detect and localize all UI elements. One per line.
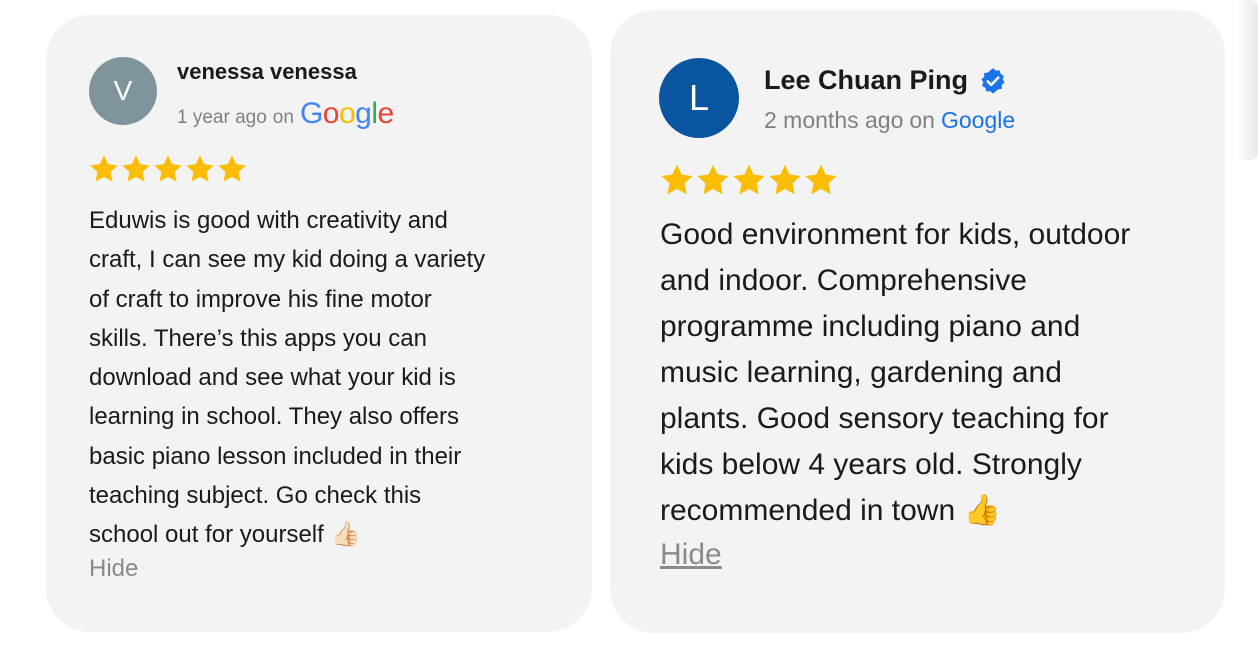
- star-rating: [88, 153, 248, 185]
- hide-link[interactable]: Hide: [89, 555, 138, 583]
- star-icon: [731, 162, 767, 198]
- avatar-letter: V: [113, 75, 133, 106]
- reviewer-name[interactable]: Lee Chuan Ping: [764, 65, 1007, 96]
- star-icon: [184, 153, 216, 185]
- star-icon: [659, 162, 695, 198]
- verified-badge-icon: [979, 67, 1007, 95]
- reviewer-name-text: Lee Chuan Ping: [764, 65, 969, 95]
- star-icon: [767, 162, 803, 198]
- review-text: Eduwis is good with creativity and craft…: [89, 207, 486, 549]
- meta-on: on: [909, 107, 935, 133]
- star-icon: [216, 153, 248, 185]
- review-time: 2 months ago: [764, 107, 904, 133]
- star-icon: [88, 153, 120, 185]
- review-text: Good environment for kids, outdoor and i…: [660, 218, 1131, 527]
- review-card: L Lee Chuan Ping 2 months ago on Google …: [610, 10, 1225, 633]
- review-card: V venessa venessa 1 year ago on Google E…: [46, 15, 592, 632]
- review-meta: 2 months ago on Google: [764, 107, 1015, 134]
- google-source-link[interactable]: Google: [941, 107, 1015, 134]
- review-time: 1 year ago: [177, 107, 267, 128]
- star-icon: [695, 162, 731, 198]
- star-icon: [120, 153, 152, 185]
- avatar[interactable]: L: [659, 58, 739, 138]
- star-icon: [803, 162, 839, 198]
- google-logo[interactable]: Google: [300, 97, 394, 131]
- review-meta: 1 year ago on Google: [177, 97, 394, 131]
- star-rating: [659, 162, 839, 198]
- avatar[interactable]: V: [89, 57, 157, 125]
- scrollbar[interactable]: [1236, 0, 1258, 160]
- star-icon: [152, 153, 184, 185]
- hide-link[interactable]: Hide: [660, 538, 722, 572]
- reviewer-name[interactable]: venessa venessa: [177, 59, 357, 85]
- avatar-letter: L: [688, 77, 710, 118]
- reviewer-name-text: venessa venessa: [177, 59, 357, 84]
- meta-on: on: [272, 107, 294, 128]
